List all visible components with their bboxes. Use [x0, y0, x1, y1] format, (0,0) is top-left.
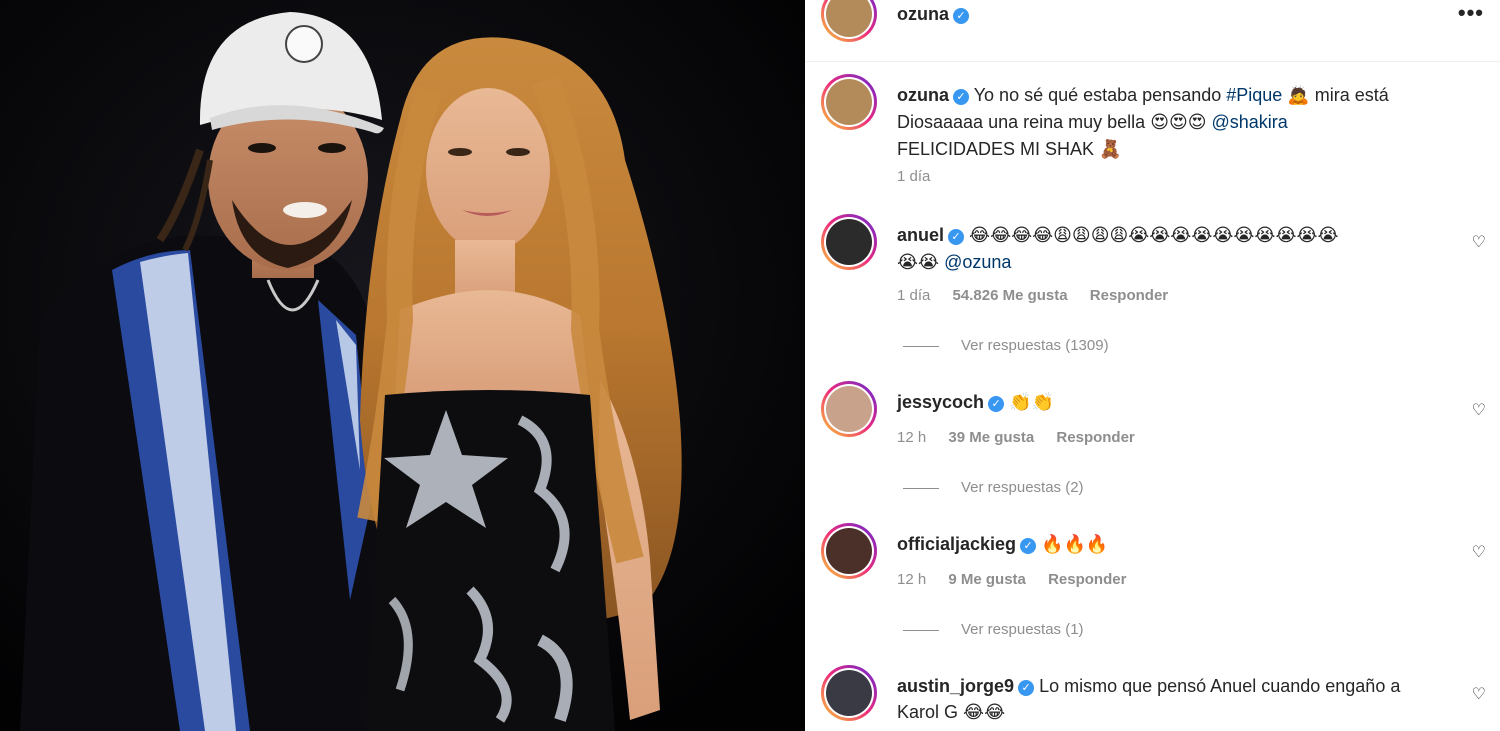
view-replies-button[interactable]: Ver respuestas (1309): [903, 337, 1109, 354]
reply-button[interactable]: Responder: [1056, 429, 1134, 446]
post-photo[interactable]: [0, 0, 805, 731]
comment-username[interactable]: austin_jorge9: [897, 676, 1014, 696]
author-avatar[interactable]: [821, 0, 877, 42]
post-image: [0, 0, 805, 731]
likes-count[interactable]: 9 Me gusta: [948, 571, 1026, 588]
caption-text: ozuna ✓ Yo no sé qué estaba pensando #Piq…: [897, 85, 1389, 160]
verified-icon: ✓: [953, 89, 969, 105]
comment-text: austin_jorge9 ✓ Lo mismo que pensó Anuel …: [897, 676, 1401, 723]
view-replies-button[interactable]: Ver respuestas (1): [903, 621, 1084, 638]
reply-button[interactable]: Responder: [1090, 287, 1168, 304]
like-heart-icon[interactable]: ♡: [1472, 400, 1486, 420]
comment-username[interactable]: anuel: [897, 225, 944, 245]
post-panel: ozuna ✓ ••• ozuna ✓ Yo no sé qué estaba pe…: [805, 0, 1500, 731]
comment-avatar[interactable]: [821, 523, 877, 579]
comment-avatar[interactable]: [821, 214, 877, 270]
verified-icon: ✓: [1018, 680, 1035, 696]
hashtag-link[interactable]: #Pique: [1226, 85, 1282, 105]
post-header: ozuna ✓ •••: [805, 0, 1500, 62]
comment-avatar[interactable]: [821, 665, 877, 721]
comment-meta: 12 h 9 Me gusta Responder: [897, 571, 1127, 588]
comment-text: officialjackieg ✓ 🔥🔥🔥: [897, 534, 1109, 555]
caption-avatar[interactable]: [821, 74, 877, 130]
mention-link[interactable]: @ozuna: [944, 252, 1011, 272]
reply-button[interactable]: Responder: [1048, 571, 1126, 588]
comment-meta: 12 h 39 Me gusta Responder: [897, 429, 1135, 446]
verified-icon: ✓: [988, 396, 1005, 412]
view-replies-button[interactable]: Ver respuestas (2): [903, 479, 1084, 496]
comment-text: anuel ✓ 😂😂😂😂😩😩😩😩😭😭😭😭😭😭😭😭😭😭 😭😭 @ozuna: [897, 225, 1339, 273]
likes-count[interactable]: 54.826 Me gusta: [953, 287, 1068, 304]
comment-avatar[interactable]: [821, 381, 877, 437]
comment-username[interactable]: officialjackieg: [897, 534, 1016, 554]
divider-line: [903, 345, 939, 347]
likes-count[interactable]: 39 Me gusta: [948, 429, 1034, 446]
mention-link[interactable]: @shakira: [1212, 112, 1288, 132]
comment-username[interactable]: jessycoch: [897, 392, 984, 412]
like-heart-icon[interactable]: ♡: [1472, 542, 1486, 562]
caption-time: 1 día: [897, 168, 931, 185]
divider-line: [903, 629, 939, 631]
verified-icon: ✓: [948, 229, 965, 245]
verified-icon: ✓: [953, 8, 969, 24]
verified-icon: ✓: [1020, 538, 1037, 554]
divider-line: [903, 487, 939, 489]
caption-username[interactable]: ozuna: [897, 85, 949, 105]
author-username[interactable]: ozuna ✓: [897, 4, 969, 25]
more-options-icon[interactable]: •••: [1458, 0, 1484, 26]
like-heart-icon[interactable]: ♡: [1472, 684, 1486, 704]
comment-meta: 1 día 54.826 Me gusta Responder: [897, 287, 1169, 304]
like-heart-icon[interactable]: ♡: [1472, 232, 1486, 252]
comment-text: jessycoch ✓ 👏👏: [897, 392, 1054, 413]
